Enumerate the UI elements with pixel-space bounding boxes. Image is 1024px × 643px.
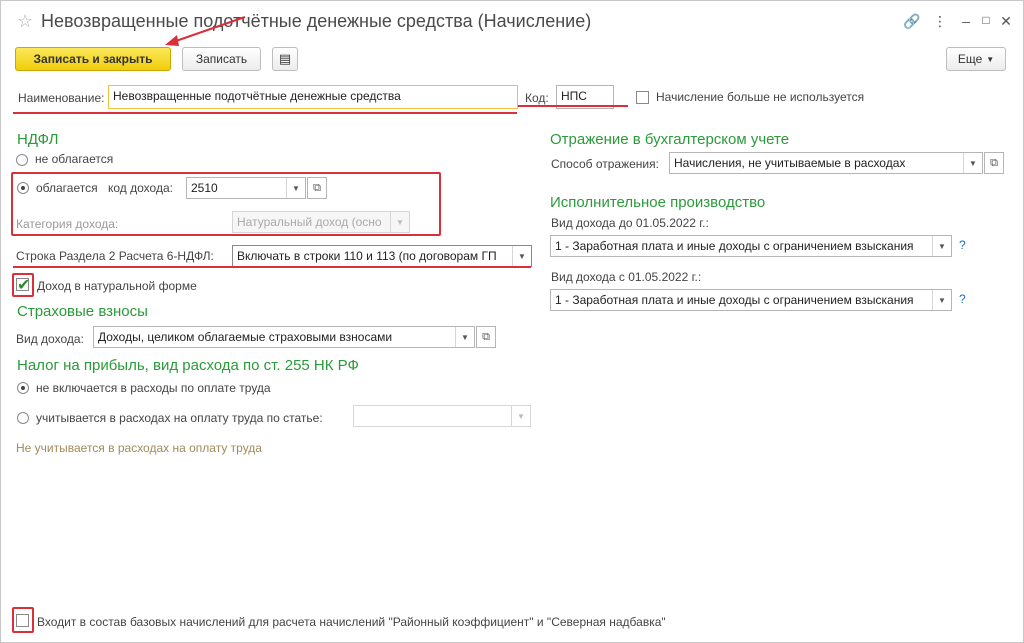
name-input[interactable]: Невозвращенные подотчётные денежные сред… (108, 85, 518, 109)
base-accruals-checkbox[interactable] (16, 614, 29, 627)
accounting-header: Отражение в бухгалтерском учете (550, 131, 790, 148)
window-title: Невозвращенные подотчётные денежные сред… (41, 11, 592, 31)
minimize-icon[interactable]: – (957, 13, 975, 29)
category-select: Натуральный доход (осно ▼ (232, 211, 410, 233)
expense-article-select[interactable]: ▼ (353, 405, 531, 427)
dropdown-arrow-icon[interactable]: ▼ (932, 290, 951, 310)
natural-form-checkbox[interactable]: ✔ (16, 278, 30, 294)
insurance-income-type-label: Вид дохода: (16, 332, 84, 346)
base-accruals-label: Входит в состав базовых начислений для р… (37, 615, 666, 629)
ndfl-header: НДФЛ (17, 131, 59, 148)
open-icon[interactable]: ⧉ (476, 326, 496, 348)
income-code-value: 2510 (191, 181, 218, 195)
insurance-income-type-value: Доходы, целиком облагаемые страховыми вз… (98, 330, 393, 344)
dropdown-arrow-icon[interactable]: ▼ (932, 236, 951, 256)
radio-included[interactable] (17, 412, 29, 424)
enforcement-after-value: 1 - Заработная плата и иные доходы с огр… (555, 293, 914, 307)
dropdown-arrow-icon[interactable]: ▼ (963, 153, 982, 173)
enforcement-before-select[interactable]: 1 - Заработная плата и иные доходы с огр… (550, 235, 952, 257)
radio-taxed[interactable] (17, 182, 29, 194)
more-icon[interactable]: ⋮ (931, 13, 949, 30)
profit-tax-header: Налог на прибыль, вид расхода по ст. 255… (17, 357, 359, 374)
not-used-label: Начисление больше не используется (656, 90, 865, 104)
insurance-header: Страховые взносы (17, 303, 148, 320)
open-icon[interactable]: ⧉ (307, 177, 327, 199)
taxed-label: облагается (36, 181, 98, 195)
not-included-label: не включается в расходы по оплате труда (36, 381, 271, 395)
row-6ndfl-select[interactable]: Включать в строки 110 и 113 (по договора… (232, 245, 532, 267)
open-icon[interactable]: ⧉ (984, 152, 1004, 174)
annotation-underline-name (13, 112, 517, 114)
annotation-underline-6ndfl (13, 266, 531, 268)
maximize-icon[interactable]: □ (977, 13, 995, 27)
not-used-checkbox[interactable] (636, 91, 649, 104)
enforcement-header: Исполнительное производство (550, 194, 766, 211)
accounting-method-select[interactable]: Начисления, не учитываемые в расходах ▼ (669, 152, 983, 174)
natural-form-label: Доход в натуральной форме (37, 279, 197, 293)
save-and-close-button[interactable]: Записать и закрыть (15, 47, 171, 71)
dropdown-arrow-icon[interactable]: ▼ (286, 178, 305, 198)
income-code-label: код дохода: (108, 181, 173, 195)
dropdown-arrow-icon: ▼ (390, 212, 409, 232)
form-window: ☆ Невозвращенные подотчётные денежные ср… (0, 0, 1024, 643)
enforcement-before-value: 1 - Заработная плата и иные доходы с огр… (555, 239, 914, 253)
dropdown-arrow-icon[interactable]: ▼ (511, 406, 530, 426)
included-label: учитывается в расходах на оплату труда п… (36, 411, 323, 425)
row-6ndfl-label: Строка Раздела 2 Расчета 6-НДФЛ: (16, 249, 214, 263)
radio-not-taxed[interactable] (16, 154, 28, 166)
enforcement-after-select[interactable]: 1 - Заработная плата и иные доходы с огр… (550, 289, 952, 311)
category-label: Категория дохода: (16, 217, 119, 231)
profit-tax-note: Не учитывается в расходах на оплату труд… (16, 441, 262, 455)
help-icon[interactable]: ? (959, 238, 966, 252)
code-label: Код: (525, 91, 549, 105)
accounting-method-value: Начисления, не учитываемые в расходах (674, 156, 906, 170)
favorite-star-icon[interactable]: ☆ (17, 11, 33, 32)
radio-not-included[interactable] (17, 382, 29, 394)
more-actions-button[interactable]: Еще ▼ (946, 47, 1006, 71)
enforcement-after-label: Вид дохода с 01.05.2022 г.: (551, 270, 702, 284)
row-6ndfl-value: Включать в строки 110 и 113 (по договора… (237, 249, 497, 263)
dropdown-arrow-icon[interactable]: ▼ (512, 246, 531, 266)
not-taxed-label: не облагается (35, 152, 114, 166)
help-icon[interactable]: ? (959, 292, 966, 306)
dropdown-arrow-icon[interactable]: ▼ (455, 327, 474, 347)
category-value: Натуральный доход (осно (237, 215, 382, 229)
chevron-down-icon: ▼ (986, 54, 995, 64)
link-icon[interactable]: 🔗 (903, 13, 921, 30)
document-list-icon[interactable]: ▤ (272, 47, 298, 71)
income-code-select[interactable]: 2510 ▼ (186, 177, 306, 199)
more-actions-label: Еще (957, 52, 983, 66)
name-label: Наименование: (18, 91, 105, 105)
accounting-method-label: Способ отражения: (551, 157, 659, 171)
insurance-income-type-select[interactable]: Доходы, целиком облагаемые страховыми вз… (93, 326, 475, 348)
enforcement-before-label: Вид дохода до 01.05.2022 г.: (551, 216, 709, 230)
close-icon[interactable]: ✕ (997, 13, 1015, 30)
annotation-arrow (165, 16, 246, 46)
annotation-underline-code (518, 105, 628, 107)
